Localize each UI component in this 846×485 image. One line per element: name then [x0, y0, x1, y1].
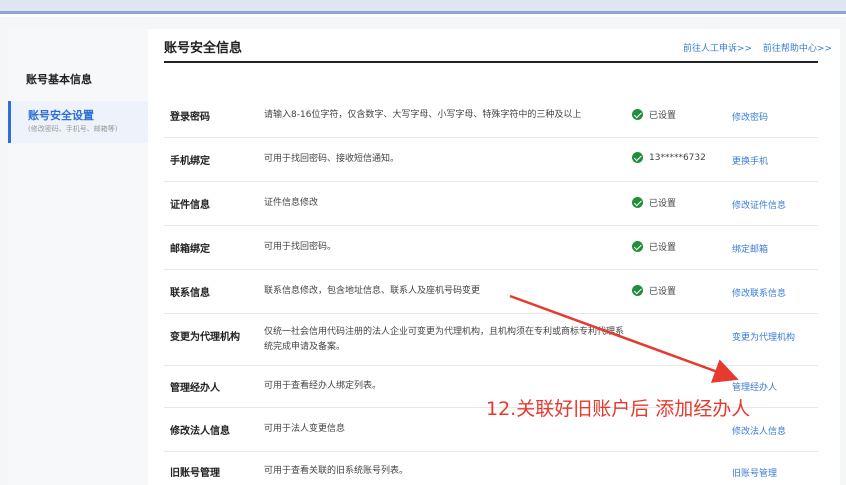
sidebar-item-security-subtitle: (修改密码、手机号、邮箱等) [28, 125, 118, 133]
check-icon [632, 109, 643, 120]
bind-email-link[interactable]: 绑定邮箱 [732, 242, 768, 255]
row-desc: 可用于查看经办人绑定列表。 [264, 381, 382, 391]
edit-legal-person-link[interactable]: 修改法人信息 [732, 424, 786, 437]
status-text: 已设置 [649, 111, 677, 121]
check-icon [632, 152, 643, 163]
old-account-manage-link[interactable]: 旧账号管理 [732, 466, 777, 479]
check-icon [632, 241, 643, 252]
table-row: 登录密码 请输入8-16位字符，仅含数字、大写字母、小写字母、特殊字符中的三种及… [164, 94, 818, 138]
header-divider [164, 61, 818, 63]
status-badge: 已设置 [632, 240, 676, 253]
row-name: 证件信息 [170, 200, 210, 211]
status-badge: 已设置 [632, 196, 676, 209]
sidebar-item-security-label: 账号安全设置 [28, 109, 94, 122]
appeal-link[interactable]: 前往人工申诉>> [683, 44, 752, 54]
annotation-text: 12.关联好旧账户后 添加经办人 [486, 398, 751, 420]
table-row: 证件信息 证件信息修改 已设置 修改证件信息 [164, 182, 818, 226]
check-icon [632, 285, 643, 296]
page-title: 账号安全信息 [164, 41, 243, 56]
sidebar-item-basic-info[interactable]: 账号基本信息 [26, 71, 92, 87]
row-name: 变更为代理机构 [170, 332, 240, 343]
row-desc: 可用于找回密码、接收短信通知。 [264, 154, 400, 164]
become-agency-link[interactable]: 变更为代理机构 [732, 330, 795, 343]
row-name: 联系信息 [170, 288, 210, 299]
row-name: 登录密码 [170, 112, 210, 123]
row-desc: 联系信息修改，包含地址信息、联系人及座机号码变更 [264, 286, 481, 296]
edit-contact-info-link[interactable]: 修改联系信息 [732, 286, 786, 299]
status-text: 已设置 [649, 199, 677, 209]
status-text: 已设置 [649, 287, 677, 297]
sidebar: 账号基本信息 账号安全设置 (修改密码、手机号、邮箱等) [8, 29, 148, 485]
status-badge: 13*****6732 [632, 152, 706, 163]
change-phone-link[interactable]: 更换手机 [732, 154, 768, 167]
row-name: 手机绑定 [170, 156, 210, 167]
row-name: 邮箱绑定 [170, 244, 210, 255]
top-banner [0, 0, 846, 14]
row-desc: 可用于查看关联的旧系统账号列表。 [264, 466, 409, 476]
edit-id-info-link[interactable]: 修改证件信息 [732, 198, 786, 211]
table-row: 邮箱绑定 可用于找回密码。 已设置 绑定邮箱 [164, 226, 818, 270]
header-links: 前往人工申诉>> 前往帮助中心>> [675, 41, 832, 54]
row-name: 旧账号管理 [170, 468, 220, 479]
status-badge: 已设置 [632, 284, 676, 297]
row-name: 管理经办人 [170, 383, 220, 394]
check-icon [632, 197, 643, 208]
status-badge: 已设置 [632, 108, 676, 121]
row-desc: 可用于法人变更信息 [264, 424, 346, 434]
table-row: 变更为代理机构 仅统一社会信用代码注册的法人企业可变更为代理机构，且机构须在专利… [164, 314, 818, 366]
sidebar-item-security[interactable]: 账号安全设置 (修改密码、手机号、邮箱等) [8, 101, 148, 143]
help-center-link[interactable]: 前往帮助中心>> [763, 44, 832, 54]
table-row: 手机绑定 可用于找回密码、接收短信通知。 13*****6732 更换手机 [164, 138, 818, 182]
change-password-link[interactable]: 修改密码 [732, 110, 768, 123]
status-text: 13*****6732 [649, 152, 706, 163]
manage-handler-link[interactable]: 管理经办人 [732, 380, 777, 393]
status-text: 已设置 [649, 243, 677, 253]
row-desc: 请输入8-16位字符，仅含数字、大写字母、小写字母、特殊字符中的三种及以上 [264, 110, 582, 120]
table-row: 旧账号管理 可用于查看关联的旧系统账号列表。 旧账号管理 [164, 452, 818, 485]
row-desc: 证件信息修改 [264, 198, 319, 208]
row-desc: 仅统一社会信用代码注册的法人企业可变更为代理机构，且机构须在专利或商标专利代理系… [264, 327, 625, 352]
row-name: 修改法人信息 [170, 426, 230, 437]
table-row: 联系信息 联系信息修改，包含地址信息、联系人及座机号码变更 已设置 修改联系信息 [164, 270, 818, 314]
row-desc: 可用于找回密码。 [264, 242, 337, 252]
